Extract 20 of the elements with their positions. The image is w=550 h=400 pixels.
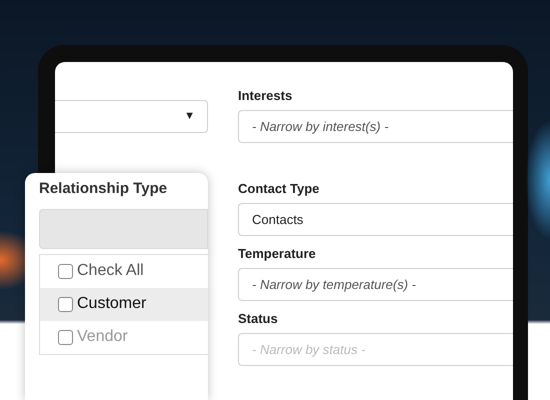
checkbox[interactable] [58,264,73,278]
option-item[interactable]: Check All [40,254,208,288]
field-label: Contact Type [238,181,320,197]
select-field[interactable]: - Narrow by temperature(s) - [238,268,513,301]
field-label: Interests [238,88,294,104]
search-field[interactable] [39,208,208,248]
popup-title: Relationship Type [39,179,168,199]
select-field[interactable]: Contacts [238,203,513,236]
select-field[interactable]: - Narrow by interest(s) - [238,110,513,143]
option-label: Vendor [77,327,128,347]
option-label: Customer [77,294,146,314]
dropdown-field[interactable]: ▼ [55,100,208,133]
field-label: Temperature [238,246,317,262]
caret-icon: ▼ [184,108,195,125]
checkbox[interactable] [58,330,73,344]
checkbox[interactable] [58,296,73,312]
field-label: Status [238,311,279,327]
option-item[interactable]: Customer [40,288,208,320]
select-field[interactable]: - Narrow by status - [238,333,513,366]
option-label: Check All [77,261,144,281]
